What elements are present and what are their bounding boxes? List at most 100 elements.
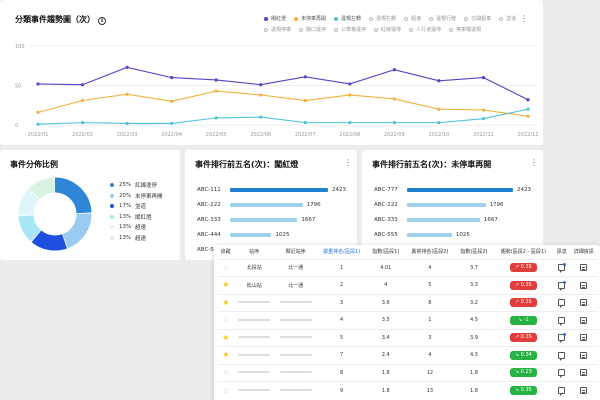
column-header[interactable]: 訊息 [554, 245, 570, 259]
message-icon[interactable] [558, 280, 567, 291]
detail-icon[interactable] [580, 334, 588, 342]
data-point[interactable] [214, 116, 218, 120]
table-cell [569, 276, 598, 294]
data-point[interactable] [80, 83, 85, 87]
data-point[interactable] [170, 121, 174, 126]
message-icon[interactable] [558, 387, 566, 396]
detail-icon[interactable] [580, 351, 588, 359]
legend-marker [110, 225, 114, 230]
data-point[interactable] [348, 82, 352, 86]
rank-bar-row[interactable]: ABC-111 2423 [197, 182, 347, 197]
data-point[interactable] [170, 99, 174, 103]
rank-bar-row[interactable]: ABC-222 1796 [374, 197, 533, 212]
data-point[interactable] [437, 121, 441, 125]
data-point[interactable] [481, 76, 486, 80]
data-point[interactable] [303, 75, 307, 79]
table-row[interactable]: ☆ 8 1.8 12 1.8 ↘ 0.23 [218, 363, 598, 382]
rank-section2: 8 [428, 299, 432, 306]
table-row[interactable]: ★ 5 3.4 3 3.9 ↗ 0.35 [218, 328, 598, 347]
column-header[interactable]: 追蹤 [218, 245, 234, 259]
column-header[interactable]: 異常排名(區段2) [405, 245, 456, 259]
data-point[interactable] [259, 83, 263, 87]
rank-bar-row[interactable]: ABC-777 2423 [374, 182, 533, 197]
star-icon[interactable]: ☆ [222, 386, 229, 395]
rank-bar-row[interactable]: ABC-555 1025 [374, 227, 533, 242]
legend-label: 紅線違停 [135, 183, 158, 190]
table-cell [233, 311, 275, 329]
detail-icon[interactable] [580, 316, 588, 324]
column-header[interactable]: 指數(區段2) [455, 245, 493, 259]
data-point[interactable] [526, 98, 530, 102]
legend-percent: 17% [119, 203, 132, 210]
column-header[interactable]: 嚴重排名(區段1) [316, 245, 367, 259]
data-point[interactable] [348, 121, 352, 125]
data-point[interactable] [392, 121, 396, 125]
message-icon[interactable] [558, 263, 567, 274]
detail-icon[interactable] [580, 369, 588, 377]
star-icon[interactable]: ★ [222, 350, 229, 359]
table-row[interactable]: ☆ 北投站 北一通 1 4.01 4 3.7 ↗ 0.35 [218, 258, 598, 277]
data-point[interactable] [36, 122, 40, 126]
data-point[interactable] [348, 93, 352, 97]
data-point[interactable] [125, 121, 129, 126]
detail-icon[interactable] [580, 264, 588, 272]
data-point[interactable] [392, 97, 396, 101]
table-cell [553, 311, 570, 329]
column-header[interactable]: 趨勢(區段2 ‑ 區段1) [493, 245, 554, 259]
table-row[interactable]: ★ 7 2.4 4 4.3 ↘ 0.34 [218, 346, 598, 364]
message-icon[interactable] [558, 299, 566, 309]
message-icon[interactable] [558, 316, 566, 326]
rank-bar-row[interactable]: ABC-333 1667 [197, 212, 347, 227]
index-section2: 1.8 [470, 369, 478, 376]
table-header-row: 追蹤 站序 鄰近站序 嚴重排名(區段1) 指數(區段1) 異常排名(區段2) 指數(區段2)… [218, 245, 598, 259]
detail-icon[interactable] [580, 387, 588, 394]
data-point[interactable] [36, 110, 40, 114]
data-point[interactable] [526, 107, 530, 111]
rank-bar-row[interactable]: ABC-444 1025 [197, 227, 347, 242]
data-point[interactable] [481, 108, 486, 112]
rank-bar-row[interactable]: ABC-222 1796 [197, 197, 347, 212]
rank-card-red-light: 事件排行前五名(次)：闖紅燈 ⋮ ABC-111 2423 ABC-222 1796 A… [185, 150, 357, 260]
data-point[interactable] [125, 92, 129, 96]
table-row[interactable]: ☆ 9 1.8 13 1.8 ↘ 0.35 [218, 381, 598, 399]
star-icon[interactable]: ☆ [222, 263, 229, 272]
data-point[interactable] [303, 98, 307, 103]
table-row[interactable]: ★ 松山站 北一通 2 4 5 3.3 ↗ 0.35 [218, 276, 598, 294]
column-header[interactable]: 詳細資訊 [569, 245, 598, 259]
data-point[interactable] [259, 93, 263, 97]
data-point[interactable] [214, 89, 218, 93]
data-point[interactable] [80, 121, 85, 125]
data-point[interactable] [214, 78, 218, 82]
message-icon[interactable] [558, 333, 567, 344]
table-row[interactable]: ☆ 4 3.5 1 4.5 ↘ -1 [218, 311, 598, 329]
data-point[interactable] [481, 117, 486, 121]
detail-icon[interactable] [580, 299, 588, 307]
table-cell: ☆ [218, 258, 234, 277]
data-point[interactable] [437, 107, 441, 111]
star-icon[interactable]: ★ [222, 333, 229, 342]
star-icon[interactable]: ☆ [222, 368, 229, 377]
star-icon[interactable]: ☆ [222, 315, 229, 324]
data-point[interactable] [392, 68, 396, 72]
data-point[interactable] [526, 114, 530, 118]
more-options-icon[interactable]: ⋮ [530, 159, 538, 167]
message-icon[interactable] [558, 369, 566, 379]
star-icon[interactable]: ★ [222, 280, 229, 289]
data-point[interactable] [125, 65, 129, 69]
column-header[interactable]: 指數(區段1) [367, 245, 405, 259]
column-header[interactable]: 站序 [234, 245, 275, 259]
rank-bar-row[interactable]: ABC-333 1667 [374, 212, 533, 227]
detail-icon[interactable] [580, 281, 588, 289]
data-point[interactable] [36, 82, 40, 86]
data-point[interactable] [80, 98, 85, 103]
column-header[interactable]: 鄰近站序 [275, 245, 316, 259]
legend-marker [110, 204, 114, 209]
data-point[interactable] [437, 79, 441, 83]
table-row[interactable]: ★ 3 3.6 8 3.2 ↗ 0.35 [218, 293, 598, 312]
data-point[interactable] [259, 115, 263, 119]
more-options-icon[interactable]: ⋮ [344, 159, 352, 167]
star-icon[interactable]: ★ [222, 298, 229, 307]
data-point[interactable] [303, 121, 307, 125]
data-point[interactable] [170, 76, 174, 80]
message-icon[interactable] [558, 351, 566, 361]
